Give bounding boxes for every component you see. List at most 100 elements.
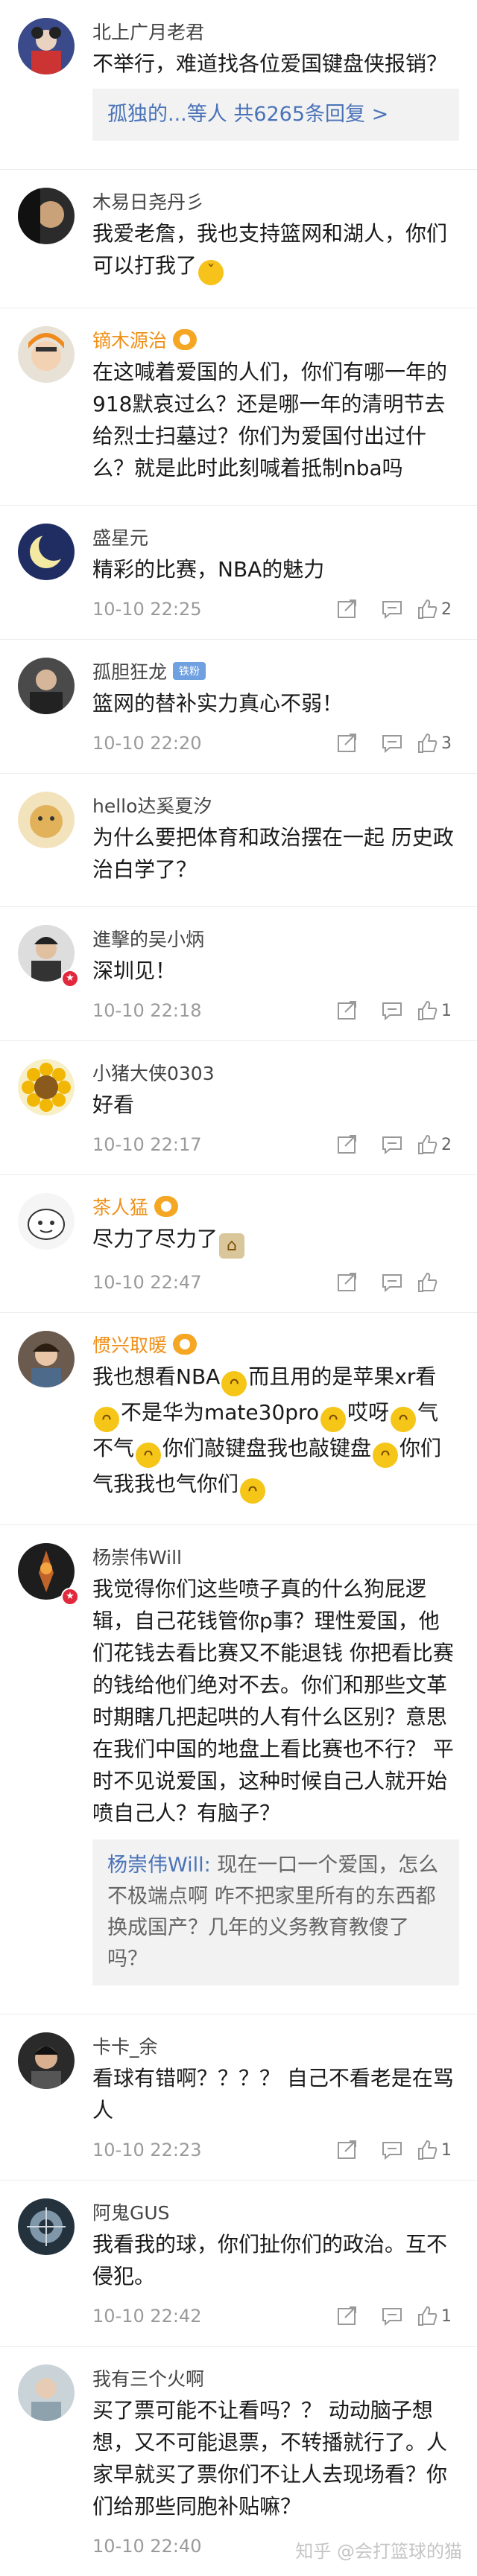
avatar[interactable] [18,524,75,580]
scream-emoji-icon: ᴖ [391,1407,417,1432]
verified-badge-icon: ★ [61,1588,79,1606]
username[interactable]: 盛星元 [92,524,148,550]
replies-box[interactable]: 孤独的...等人 共6265条回复 > [92,89,459,141]
comment-text: 我觉得你们这些喷子真的什么狗屁逻辑，自己花钱管你p事？理性爱国，他们花钱去看比赛… [92,1577,454,1825]
comment-item: 北上广月老君 不举行，难道找各位爱国键盘侠报销？ 孤独的...等人 共6265条… [0,0,477,170]
username[interactable]: 杨崇伟Will [92,1543,182,1570]
share-icon[interactable] [325,2134,370,2166]
avatar[interactable] [18,1059,75,1116]
comment-text: 好看 [92,1093,135,1117]
verified-badge-icon: ★ [61,970,79,988]
comment-meta: 10-10 22:25 2 [92,590,459,629]
avatar[interactable] [18,326,75,383]
username[interactable]: 阿鬼GUS [92,2198,170,2225]
avatar[interactable] [18,658,75,714]
slight-smile-emoji-icon: ˇ [198,260,224,285]
like-icon[interactable]: 3 [414,727,459,760]
comment-item: ★ 進擊的吴小炳 深圳见！ 10-10 22:18 1 [0,907,477,1041]
comment-item: 镝木源治 在这喊着爱国的人们，你们有哪一年的918默哀过么？还是哪一年的清明节去… [0,308,477,506]
avatar[interactable] [18,2198,75,2255]
scream-emoji-icon: ᴖ [94,1407,119,1432]
username[interactable]: 進擊的吴小炳 [92,925,204,952]
timestamp: 10-10 22:42 [92,2306,202,2327]
comment-text: 我爱老詹，我也支持篮网和湖人，你们可以打我了 ˇ [92,217,459,285]
scream-emoji-icon: ᴖ [320,1407,347,1432]
username[interactable]: 镝木源治 [92,326,167,353]
timestamp: 10-10 22:47 [92,1272,202,1293]
avatar[interactable] [18,2364,75,2421]
comment-text: 我也想看NBA ᴖ 而且用的是苹果xr看ᴖ 不是华为mate30pro ᴖ 哎呀 ᴖ 气不气 ᴖ… [92,1361,459,1504]
avatar[interactable] [18,1331,75,1387]
more-replies-link[interactable]: 孤独的...等人 共6265条回复 > [107,103,388,126]
username[interactable]: 茶人猛 [92,1193,148,1220]
comment-icon[interactable] [370,1128,414,1161]
comment-text: 不举行，难道找各位爱国键盘侠报销？ [92,51,448,76]
comment-icon[interactable] [370,593,414,626]
avatar[interactable] [18,792,75,848]
comment-item: 孤胆狂龙 铁粉 篮网的替补实力真心不弱！ 10-10 22:20 3 [0,640,477,774]
timestamp: 10-10 22:23 [92,2140,202,2160]
like-icon[interactable] [414,1266,459,1299]
avatar[interactable] [18,18,75,74]
username[interactable]: 北上广月老君 [92,18,204,45]
comment-item: hello达奚夏汐 为什么要把体育和政治摆在一起 历史政治白学了？ [0,774,477,907]
like-icon[interactable]: 2 [414,1128,459,1161]
share-icon[interactable] [325,1266,370,1299]
comment-meta: 10-10 22:23 1 [92,2131,459,2169]
comment-icon[interactable] [370,727,414,760]
share-icon[interactable] [325,593,370,626]
avatar[interactable] [18,1193,75,1250]
share-icon[interactable] [325,2300,370,2332]
watermark: 知乎 @会打篮球的猫 [295,2541,462,2562]
timestamp: 10-10 22:20 [92,733,202,754]
comment-icon[interactable] [370,994,414,1027]
comment-item: 卡卡_余 看球有错啊？？？？ 自己不看老是在骂人 10-10 22:23 1 [0,2014,477,2181]
comment-text: 在这喊着爱国的人们，你们有哪一年的918默哀过么？还是哪一年的清明节去给烈士扫墓… [92,360,448,480]
reply-box[interactable]: 杨崇伟Will: 现在一口一个爱国，怎么不极端点啊 咋不把家里所有的东西都换成国… [92,1839,459,1985]
comment-text: 尽力了尽力了 ⌂ [92,1223,459,1259]
comment-meta: 10-10 22:17 2 [92,1125,459,1164]
member-crown-icon [173,1334,198,1355]
like-count: 3 [441,734,452,753]
avatar[interactable] [18,2032,75,2089]
username[interactable]: 木易日尧丹彡 [92,188,204,214]
username[interactable]: 小猪大侠0303 [92,1059,215,1086]
share-icon[interactable] [325,994,370,1027]
comment-feed: 北上广月老君 不举行，难道找各位爱国键盘侠报销？ 孤独的...等人 共6265条… [0,0,477,2576]
share-icon[interactable] [325,1128,370,1161]
comment-text: 我看我的球，你们扯你们的政治。互不侵犯。 [92,2232,448,2289]
comment-item: 我有三个火啊 买了票可能不让看吗？？ 动动脑子想想，又不可能退票，不转播就行了。… [0,2347,477,2576]
scream-emoji-icon: ᴖ [240,1478,266,1504]
scream-emoji-icon: ᴖ [221,1371,247,1396]
comment-meta: 10-10 22:47 [92,1263,459,1302]
share-icon[interactable] [325,727,370,760]
timestamp: 10-10 22:25 [92,599,202,620]
fan-badge: 铁粉 [173,662,206,680]
comment-icon[interactable] [370,2134,414,2166]
username[interactable]: hello达奚夏汐 [92,792,212,818]
comment-icon[interactable] [370,2300,414,2332]
username[interactable]: 我有三个火啊 [92,2364,204,2391]
comment-item: 盛星元 精彩的比赛，NBA的魅力 10-10 22:25 2 [0,506,477,640]
comment-item: 茶人猛 尽力了尽力了 ⌂ 10-10 22:47 [0,1175,477,1313]
comment-text: 为什么要把体育和政治摆在一起 历史政治白学了？ [92,825,454,882]
like-icon[interactable]: 1 [414,2134,459,2166]
like-count: 2 [441,1135,452,1154]
comment-text: 看球有错啊？？？？ 自己不看老是在骂人 [92,2066,454,2122]
like-icon[interactable]: 1 [414,994,459,1027]
username[interactable]: 卡卡_余 [92,2032,158,2059]
like-icon[interactable]: 2 [414,593,459,626]
like-icon[interactable]: 1 [414,2300,459,2332]
scream-emoji-icon: ᴖ [373,1443,399,1468]
username[interactable]: 惯兴取暖 [92,1331,167,1358]
comment-meta: 10-10 22:18 1 [92,991,459,1030]
comment-icon[interactable] [370,1266,414,1299]
avatar[interactable] [18,188,75,244]
username[interactable]: 孤胆狂龙 [92,658,167,684]
comment-item: ★ 杨崇伟Will 我觉得你们这些喷子真的什么狗屁逻辑，自己花钱管你p事？理性爱… [0,1525,477,2014]
comment-item: 惯兴取暖 我也想看NBA ᴖ 而且用的是苹果xr看ᴖ 不是华为mate30pro ᴖ 哎呀… [0,1313,477,1525]
comment-text: 精彩的比赛，NBA的魅力 [92,557,325,582]
comment-item: 木易日尧丹彡 我爱老詹，我也支持篮网和湖人，你们可以打我了 ˇ [0,170,477,308]
like-count: 1 [441,2140,452,2160]
reply-author[interactable]: 杨崇伟Will: [107,1854,211,1877]
